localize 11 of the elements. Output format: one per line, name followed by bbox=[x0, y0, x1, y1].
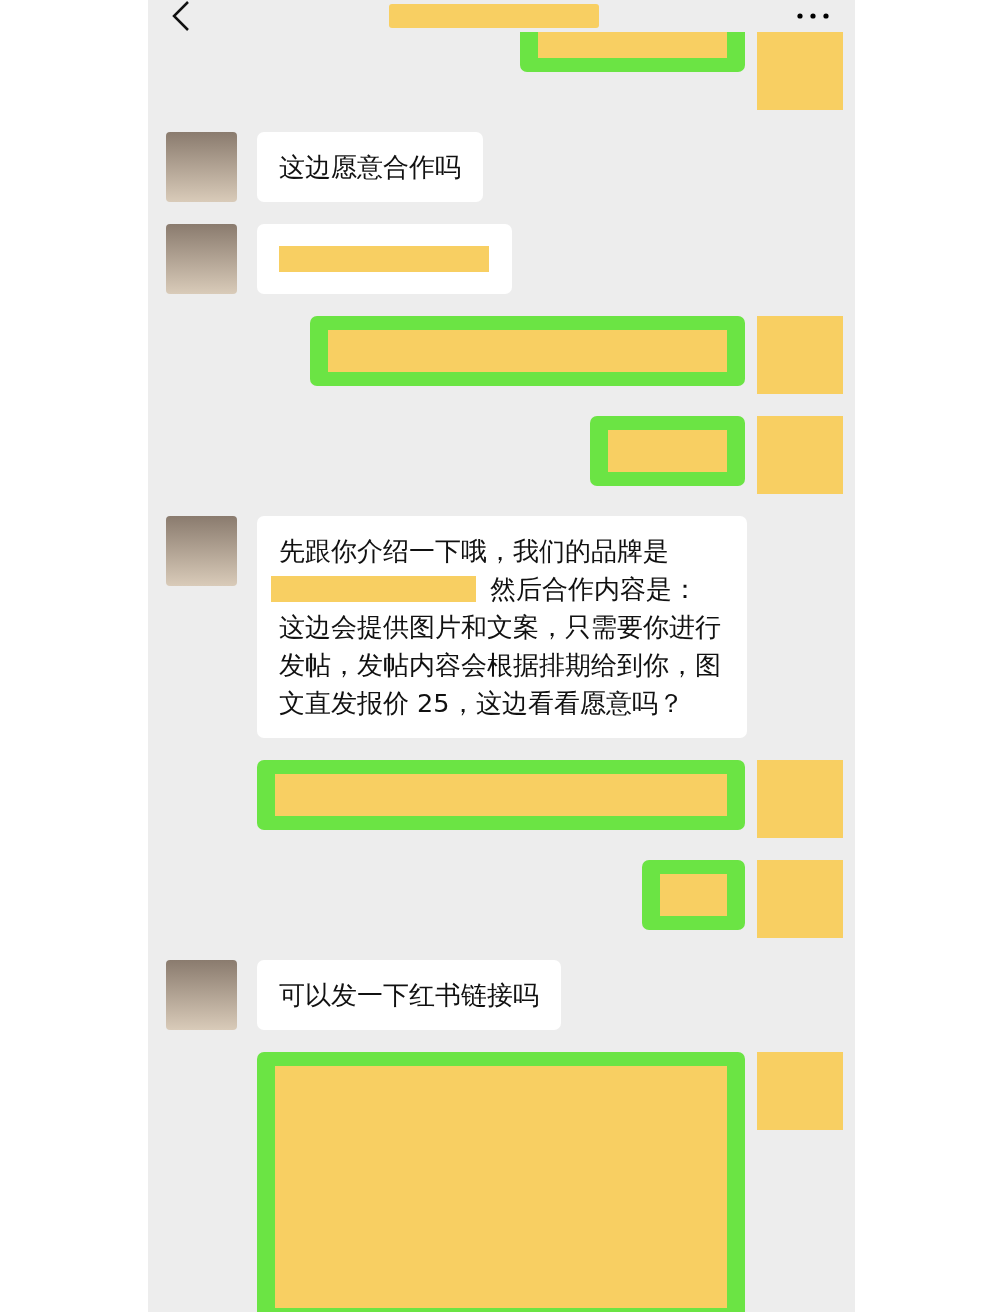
back-icon[interactable] bbox=[172, 0, 190, 32]
avatar-photo[interactable] bbox=[166, 224, 237, 294]
message-text: 这边愿意合作吗 bbox=[279, 150, 461, 184]
message-text: 这边会提供图片和文案，只需要你进行发帖，发帖内容会根据排期给到你，图文直发报价 25，这边看看愿意吗？ bbox=[279, 611, 722, 720]
avatar-photo[interactable] bbox=[166, 132, 237, 202]
message-text: 先跟你介绍一下哦，我们的品牌是 bbox=[279, 535, 670, 568]
more-icon[interactable] bbox=[797, 13, 829, 19]
avatar-photo[interactable] bbox=[166, 516, 237, 586]
avatar-photo[interactable] bbox=[166, 960, 237, 1030]
message-text: 然后合作内容是： bbox=[490, 573, 698, 606]
message-text: 可以发一下红书链接吗 bbox=[279, 978, 539, 1012]
